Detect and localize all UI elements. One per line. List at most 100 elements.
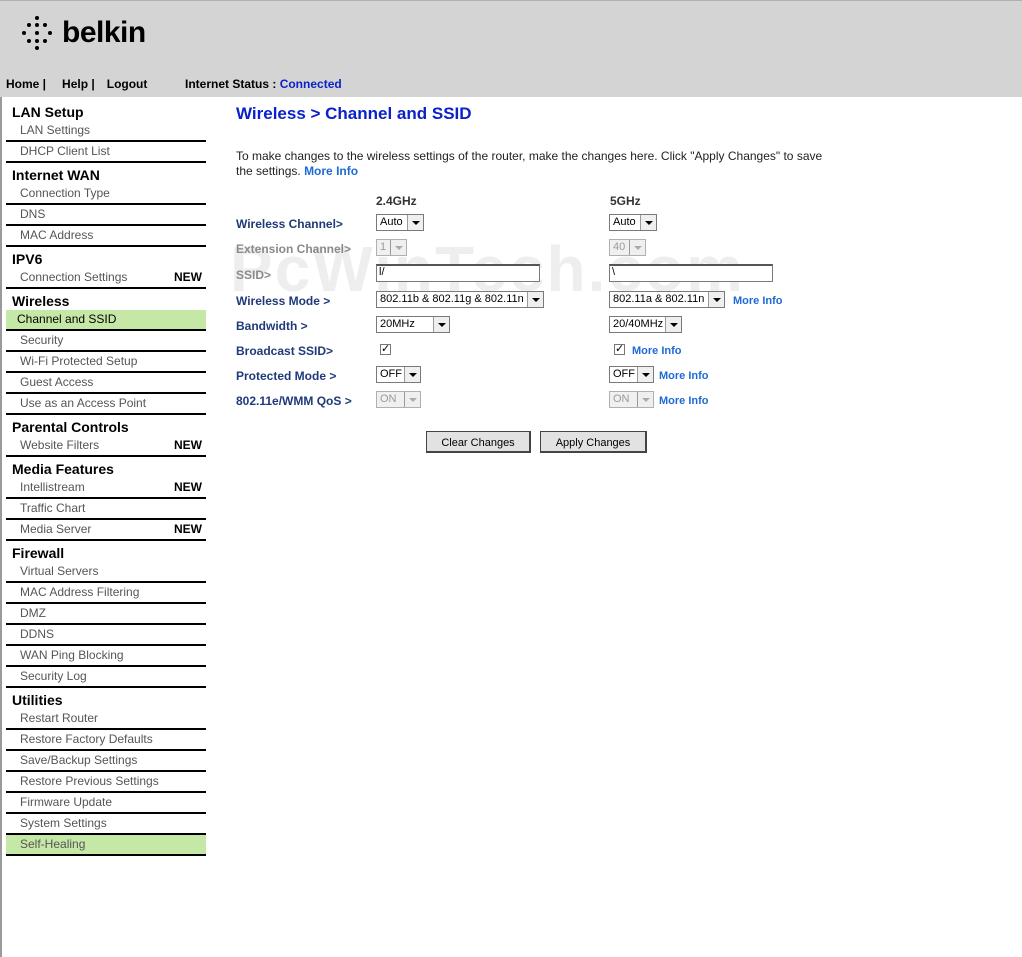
left-border	[0, 97, 2, 957]
checkbox-broadcast-24[interactable]: ✓	[380, 344, 391, 355]
sidebar-item-media-server[interactable]: Media Server NEW	[6, 520, 206, 541]
chevron-down-icon	[390, 240, 406, 255]
select-channel-5-value: Auto	[613, 216, 636, 228]
select-protected-24-value: OFF	[380, 368, 402, 380]
brand-name: belkin	[62, 16, 146, 49]
sidebar-section-title: Firewall	[12, 545, 65, 561]
sidebar-item-label: Wi-Fi Protected Setup	[20, 354, 138, 368]
sidebar-item-connection-settings[interactable]: Connection Settings NEW	[6, 268, 206, 289]
sidebar-item-website-filters[interactable]: Website Filters NEW	[6, 436, 206, 457]
sidebar-item-label: Restart Router	[20, 711, 99, 725]
select-mode-24[interactable]: 802.11b & 802.11g & 802.11n	[376, 291, 544, 308]
sidebar-item-intellistream[interactable]: Intellistream NEW	[6, 478, 206, 499]
select-extension-5: 40	[609, 239, 646, 256]
sidebar-item-restore-previous-settings[interactable]: Restore Previous Settings	[6, 772, 206, 793]
sidebar-item-label: Intellistream	[20, 480, 85, 494]
sidebar-item-label: Restore Factory Defaults	[20, 732, 153, 746]
select-bandwidth-24-value: 20MHz	[380, 318, 415, 330]
sidebar-section-title: LAN Setup	[12, 104, 84, 120]
sidebar-item-firmware-update[interactable]: Firmware Update	[6, 793, 206, 814]
select-mode-5-value: 802.11a & 802.11n	[613, 293, 705, 305]
select-channel-5[interactable]: Auto	[609, 214, 657, 231]
more-info-link-protected[interactable]: More Info	[659, 370, 709, 382]
select-protected-5-value: OFF	[613, 368, 635, 380]
sidebar-item-label: Save/Backup Settings	[20, 753, 138, 767]
sidebar-item-label: WAN Ping Blocking	[20, 648, 124, 662]
sidebar-item-restore-factory-defaults[interactable]: Restore Factory Defaults	[6, 730, 206, 751]
sidebar-item-label: MAC Address Filtering	[20, 585, 140, 599]
sidebar-item-mac-address-filtering[interactable]: MAC Address Filtering	[6, 583, 206, 604]
sidebar-item-channel-and-ssid[interactable]: Channel and SSID	[6, 310, 206, 331]
more-info-link-intro[interactable]: More Info	[304, 164, 358, 178]
sidebar-item-ddns[interactable]: DDNS	[6, 625, 206, 646]
sidebar-item-label: Connection Settings	[20, 270, 128, 284]
sidebar-item-system-settings[interactable]: System Settings	[6, 814, 206, 835]
more-info-link-qos[interactable]: More Info	[659, 395, 709, 407]
chevron-down-icon	[404, 367, 420, 382]
intro-text: To make changes to the wireless settings…	[236, 149, 826, 179]
select-bandwidth-5[interactable]: 20/40MHz	[609, 316, 682, 333]
chevron-down-icon	[665, 317, 681, 332]
sidebar-item-security[interactable]: Security	[6, 331, 206, 352]
chevron-down-icon	[407, 215, 423, 230]
sidebar-item-security-log[interactable]: Security Log	[6, 667, 206, 688]
column-header-5ghz: 5GHz	[610, 194, 641, 208]
sidebar-item-dns[interactable]: DNS	[6, 205, 206, 226]
sidebar-item-connection-type[interactable]: Connection Type	[6, 184, 206, 205]
sidebar-item-wan-ping-blocking[interactable]: WAN Ping Blocking	[6, 646, 206, 667]
belkin-logo[interactable]: belkin	[22, 15, 146, 51]
label-wireless-channel: Wireless Channel>	[236, 217, 343, 231]
sidebar-item-guest-access[interactable]: Guest Access	[6, 373, 206, 394]
label-wireless-mode: Wireless Mode >	[236, 294, 331, 308]
sidebar-item-lan-settings[interactable]: LAN Settings	[6, 121, 206, 142]
sidebar-item-label: System Settings	[20, 816, 107, 830]
select-protected-5[interactable]: OFF	[609, 366, 654, 383]
ssid-input-5[interactable]: \	[609, 264, 773, 282]
sidebar-item-label: Media Server	[20, 522, 92, 536]
new-badge: NEW	[174, 438, 202, 452]
select-channel-24-value: Auto	[380, 216, 403, 228]
sidebar-item-restart-router[interactable]: Restart Router	[6, 709, 206, 730]
sidebar-item-save-backup-settings[interactable]: Save/Backup Settings	[6, 751, 206, 772]
help-link[interactable]: Help |	[62, 77, 95, 91]
logo-dots-icon	[22, 15, 52, 51]
internet-status: Internet Status : Connected	[185, 77, 342, 91]
sidebar-section-title: IPV6	[12, 251, 43, 267]
sidebar-item-use-as-an-access-point[interactable]: Use as an Access Point	[6, 394, 206, 415]
sidebar-item-dmz[interactable]: DMZ	[6, 604, 206, 625]
sidebar-item-label: Website Filters	[20, 438, 100, 452]
home-link[interactable]: Home |	[6, 77, 46, 91]
sidebar-item-traffic-chart[interactable]: Traffic Chart	[6, 499, 206, 520]
sidebar-item-label: DNS	[20, 207, 46, 221]
apply-changes-button[interactable]: Apply Changes	[540, 431, 647, 453]
sidebar-item-dhcp-client-list[interactable]: DHCP Client List	[6, 142, 206, 163]
clear-changes-button[interactable]: Clear Changes	[426, 431, 531, 453]
label-ssid: SSID>	[236, 268, 272, 282]
sidebar-item-virtual-servers[interactable]: Virtual Servers	[6, 562, 206, 583]
sidebar-item-label: DHCP Client List	[20, 144, 110, 158]
select-channel-24[interactable]: Auto	[376, 214, 424, 231]
ssid-input-24[interactable]: l/	[376, 264, 540, 282]
more-info-link-broadcast[interactable]: More Info	[632, 345, 682, 357]
label-broadcast-ssid: Broadcast SSID>	[236, 344, 334, 358]
sidebar-item-label: Firmware Update	[20, 795, 113, 809]
sidebar-item-wi-fi-protected-setup[interactable]: Wi-Fi Protected Setup	[6, 352, 206, 373]
sidebar-item-label: Restore Previous Settings	[20, 774, 159, 788]
logout-link[interactable]: Logout	[107, 77, 148, 91]
more-info-link-mode[interactable]: More Info	[733, 295, 783, 307]
sidebar-item-label: Self-Healing	[20, 837, 86, 851]
select-mode-5[interactable]: 802.11a & 802.11n	[609, 291, 725, 308]
checkbox-broadcast-5[interactable]: ✓	[614, 344, 625, 355]
sidebar-item-label: DMZ	[20, 606, 46, 620]
sidebar-item-label: Connection Type	[20, 186, 110, 200]
sidebar-section-title: Media Features	[12, 461, 114, 477]
sidebar-section-title: Internet WAN	[12, 167, 100, 183]
label-bandwidth: Bandwidth >	[236, 319, 308, 333]
select-protected-24[interactable]: OFF	[376, 366, 421, 383]
header: belkin Home | Help | Logout Internet Sta…	[0, 0, 1022, 97]
sidebar-item-mac-address[interactable]: MAC Address	[6, 226, 206, 247]
sidebar-item-label: DDNS	[20, 627, 55, 641]
sidebar-item-self-healing[interactable]: Self-Healing	[6, 835, 206, 856]
sidebar-item-label: LAN Settings	[20, 123, 91, 137]
select-bandwidth-24[interactable]: 20MHz	[376, 316, 450, 333]
